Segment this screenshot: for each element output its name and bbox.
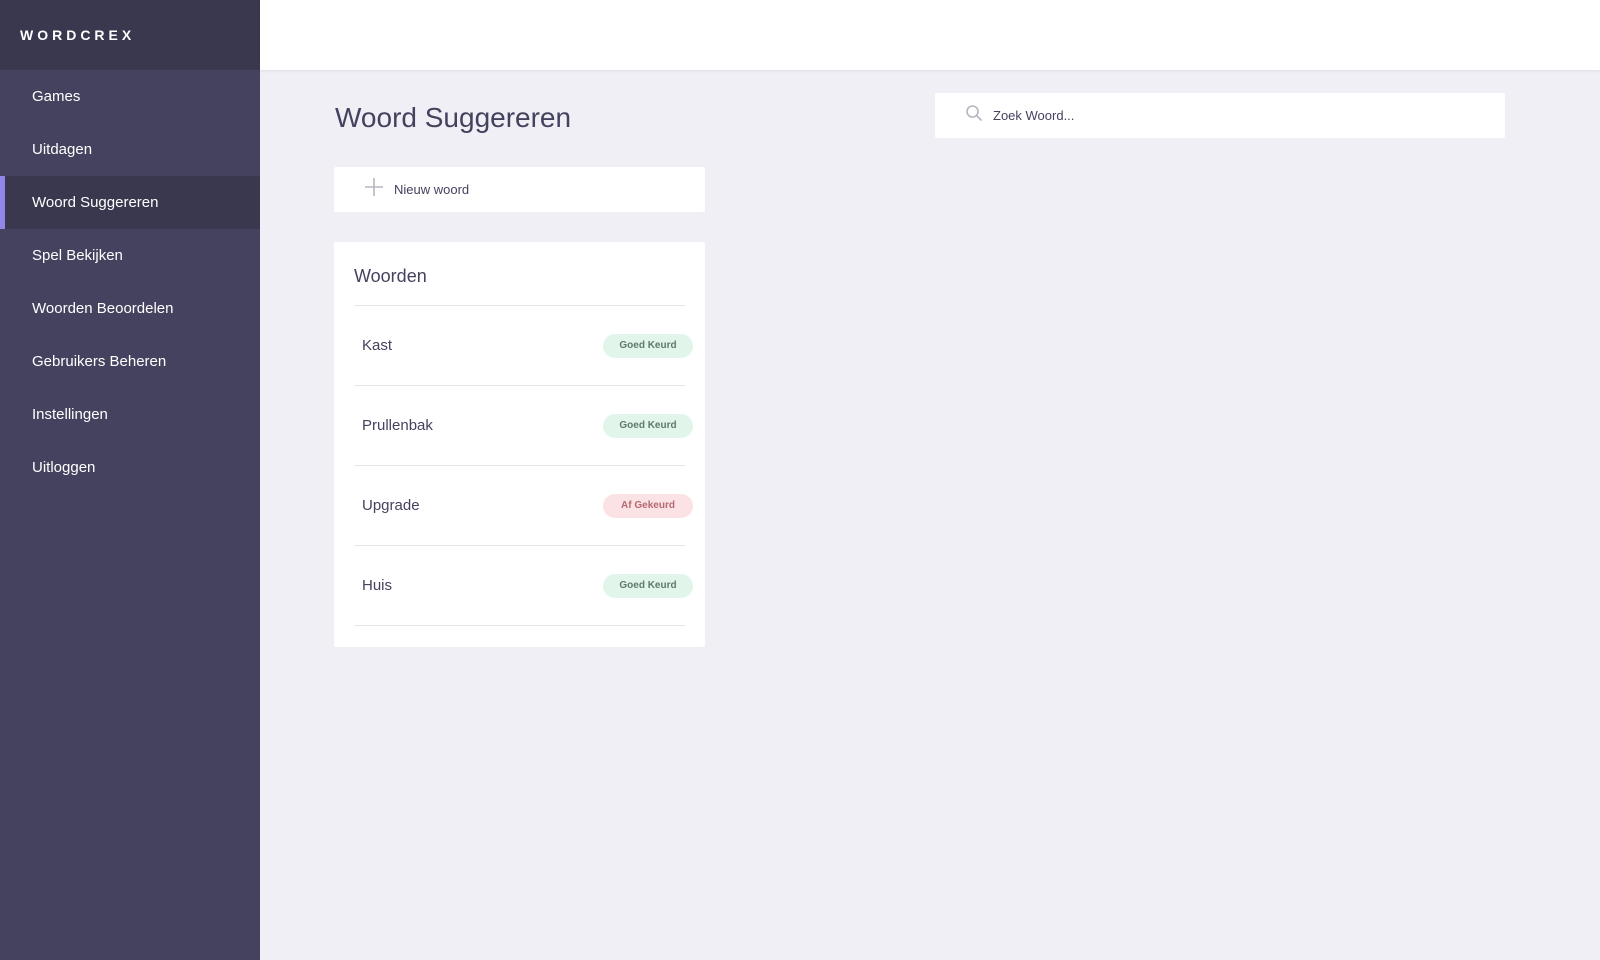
sidebar-item-label: Gebruikers Beheren — [32, 353, 167, 370]
search-box[interactable] — [935, 93, 1505, 138]
sidebar-item-spel-bekijken[interactable]: Spel Bekijken — [0, 229, 260, 282]
sidebar-item-woorden-beoordelen[interactable]: Woorden Beoordelen — [0, 282, 260, 335]
plus-icon — [364, 177, 384, 202]
word-label: Huis — [362, 577, 393, 594]
sidebar-item-label: Instellingen — [32, 406, 108, 423]
sidebar-item-label: Spel Bekijken — [32, 247, 123, 264]
word-label: Upgrade — [362, 497, 420, 514]
sidebar-item-label: Uitloggen — [32, 459, 96, 476]
top-bar — [260, 0, 1600, 70]
card-title: Woorden — [354, 242, 685, 306]
sidebar-item-label: Woorden Beoordelen — [32, 300, 174, 317]
list-item[interactable]: Kast Goed Keurd — [354, 306, 693, 386]
sidebar-item-label: Woord Suggereren — [32, 194, 159, 211]
page-title: Woord Suggereren — [335, 102, 572, 133]
sidebar-item-games[interactable]: Games — [0, 70, 260, 123]
new-word-button[interactable]: Nieuw woord — [334, 167, 705, 212]
sidebar: WORDCREX Games Uitdagen Woord Suggereren… — [0, 0, 260, 960]
list-item[interactable]: Prullenbak Goed Keurd — [354, 386, 693, 466]
search-input[interactable] — [993, 108, 1493, 123]
search-icon — [965, 104, 983, 127]
sidebar-item-uitdagen[interactable]: Uitdagen — [0, 123, 260, 176]
word-label: Kast — [362, 337, 393, 354]
status-badge: Af Gekeurd — [603, 493, 693, 518]
new-word-label: Nieuw woord — [394, 182, 470, 197]
brand-logo: WORDCREX — [0, 0, 260, 70]
status-badge: Goed Keurd — [603, 413, 693, 438]
status-badge: Goed Keurd — [603, 333, 693, 358]
sidebar-item-gebruikers-beheren[interactable]: Gebruikers Beheren — [0, 335, 260, 388]
status-badge: Goed Keurd — [603, 573, 693, 598]
sidebar-item-label: Games — [32, 88, 81, 105]
list-item[interactable]: Upgrade Af Gekeurd — [354, 466, 693, 546]
words-card: Woorden Kast Goed Keurd Prullenbak Goed … — [334, 242, 705, 647]
sidebar-item-instellingen[interactable]: Instellingen — [0, 388, 260, 441]
sidebar-nav: Games Uitdagen Woord Suggereren Spel Bek… — [0, 70, 260, 494]
sidebar-item-uitloggen[interactable]: Uitloggen — [0, 441, 260, 494]
word-label: Prullenbak — [362, 417, 433, 434]
sidebar-item-label: Uitdagen — [32, 141, 93, 158]
list-item[interactable]: Huis Goed Keurd — [354, 546, 693, 626]
sidebar-item-woord-suggereren[interactable]: Woord Suggereren — [0, 176, 260, 229]
